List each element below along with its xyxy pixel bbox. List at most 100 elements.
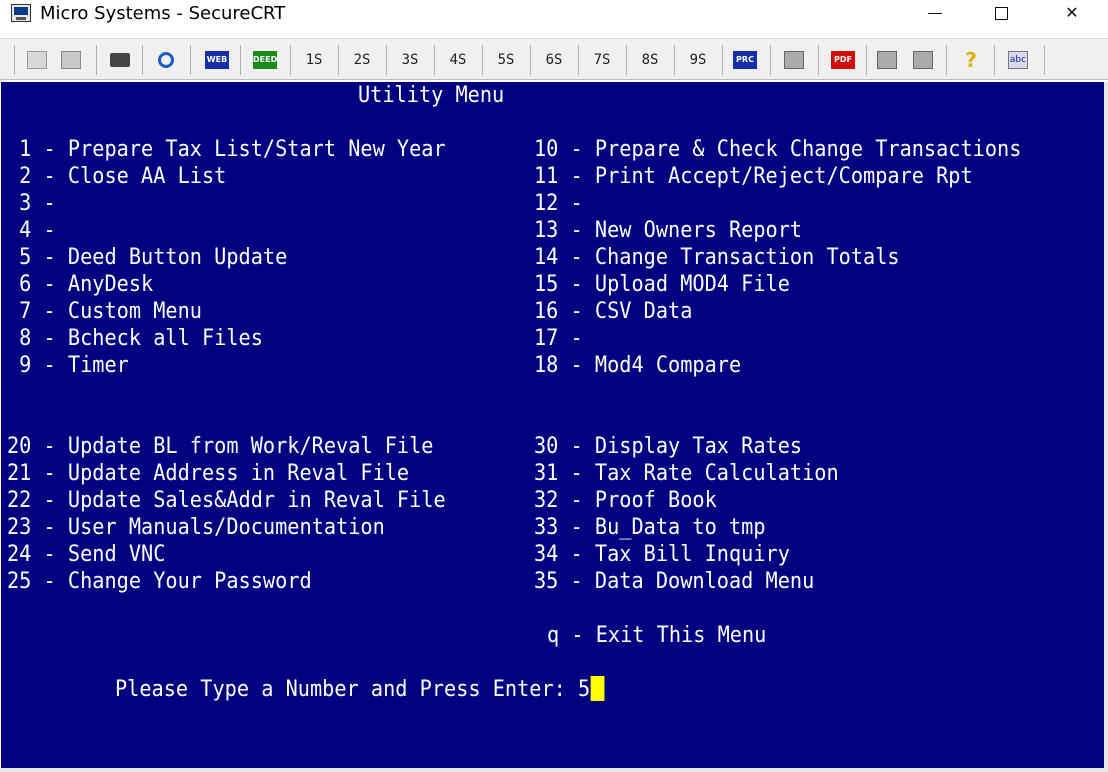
menu-item-5: 5 - Deed Button Update xyxy=(7,245,288,270)
deed-button[interactable]: DEED xyxy=(250,48,280,72)
close-icon: ✕ xyxy=(1065,3,1079,22)
global-options-icon xyxy=(913,51,933,69)
menu-item-32: 32 - Proof Book xyxy=(534,488,717,513)
securecrt-app-icon[interactable] xyxy=(11,4,31,22)
toolbar-separator xyxy=(142,45,143,75)
menu-item-14: 14 - Change Transaction Totals xyxy=(534,245,900,270)
terminal-right-border xyxy=(1104,82,1108,772)
find-button[interactable] xyxy=(152,48,180,72)
copy-icon xyxy=(27,51,47,69)
menu-item-8: 8 - Bcheck all Files xyxy=(7,326,263,351)
menu-item-15: 15 - Upload MOD4 File xyxy=(534,272,790,297)
menu-item-35: 35 - Data Download Menu xyxy=(534,569,815,594)
web-button[interactable]: WEB xyxy=(202,48,232,72)
menu-item-11: 11 - Print Accept/Reject/Compare Rpt xyxy=(534,164,973,189)
menu-item-2: 2 - Close AA List xyxy=(7,164,227,189)
menu-item-9: 9 - Timer xyxy=(7,353,129,378)
prompt-input-value[interactable]: 5 xyxy=(578,677,590,702)
toolbar-separator xyxy=(482,45,483,75)
session-button-7s[interactable]: 7S xyxy=(586,48,618,72)
toolbar-separator xyxy=(946,45,947,75)
paste-button[interactable] xyxy=(58,48,84,72)
menu-item-12: 12 - xyxy=(534,191,583,216)
maximize-icon xyxy=(994,7,1008,20)
session-button-9s[interactable]: 9S xyxy=(682,48,714,72)
session-button-1s[interactable]: 1S xyxy=(298,48,330,72)
print-button[interactable] xyxy=(106,48,134,72)
session-options-button[interactable] xyxy=(780,48,808,72)
prompt-text: Please Type a Number and Press Enter: xyxy=(115,677,579,702)
toolbar-separator xyxy=(722,45,723,75)
menu-item-21: 21 - Update Address in Reval File xyxy=(7,461,410,486)
menu-item-24: 24 - Send VNC xyxy=(7,542,166,567)
print-icon xyxy=(110,53,130,67)
global-options-button[interactable] xyxy=(910,48,936,72)
prc-button[interactable]: PRC xyxy=(730,48,760,72)
menu-item-6: 6 - AnyDesk xyxy=(7,272,154,297)
maximize-button[interactable] xyxy=(978,0,1024,28)
pdf-button[interactable]: PDF xyxy=(828,48,858,72)
properties-icon xyxy=(877,51,897,69)
menu-item-16: 16 - CSV Data xyxy=(534,299,693,324)
menu-item-23: 23 - User Manuals/Documentation xyxy=(7,515,385,540)
spell-check-button[interactable]: abc xyxy=(1004,48,1032,72)
toolbar-separator xyxy=(578,45,579,75)
menu-item-4: 4 - xyxy=(7,218,56,243)
toolbar-separator xyxy=(674,45,675,75)
toolbar-separator xyxy=(240,45,241,75)
menu-item-30: 30 - Display Tax Rates xyxy=(534,434,803,459)
toolbar-separator xyxy=(96,45,97,75)
menu-title: Utility Menu xyxy=(358,83,505,108)
toolbar-separator xyxy=(818,45,819,75)
session-button-5s[interactable]: 5S xyxy=(490,48,522,72)
minimize-icon xyxy=(928,13,942,14)
toolbar-separator xyxy=(434,45,435,75)
title-bar: Micro Systems - SecureCRT ✕ xyxy=(0,0,1108,28)
toolbar-separator xyxy=(290,45,291,75)
properties-button[interactable] xyxy=(874,48,900,72)
toolbar-separator xyxy=(1044,45,1045,75)
minimize-button[interactable] xyxy=(912,0,958,28)
toolbar-separator xyxy=(530,45,531,75)
menu-item-13: 13 - New Owners Report xyxy=(534,218,803,243)
paste-icon xyxy=(61,51,81,69)
terminal-screen[interactable]: Utility Menu 1 - Prepare Tax List/Start … xyxy=(1,82,1104,768)
menu-item-10: 10 - Prepare & Check Change Transactions xyxy=(534,137,1022,162)
menu-item-1: 1 - Prepare Tax List/Start New Year xyxy=(7,137,446,162)
toolbar-separator xyxy=(338,45,339,75)
menu-item-33: 33 - Bu_Data to tmp xyxy=(534,515,766,540)
menu-item-20: 20 - Update BL from Work/Reval File xyxy=(7,434,434,459)
toolbar-separator xyxy=(770,45,771,75)
toolbar: WEB DEED 1S 2S 3S 4S 5S 6S 7S 8S 9S PRC … xyxy=(0,38,1108,80)
menu-item-7: 7 - Custom Menu xyxy=(7,299,202,324)
menu-item-31: 31 - Tax Rate Calculation xyxy=(534,461,839,486)
menu-item-25: 25 - Change Your Password xyxy=(7,569,312,594)
pdf-icon: PDF xyxy=(831,51,855,69)
menu-item-exit: q - Exit This Menu xyxy=(547,623,767,648)
find-icon xyxy=(158,52,174,68)
toolbar-separator xyxy=(866,45,867,75)
copy-button[interactable] xyxy=(24,48,50,72)
session-options-icon xyxy=(784,51,804,69)
session-button-6s[interactable]: 6S xyxy=(538,48,570,72)
terminal-bottom-border xyxy=(0,768,1108,772)
toolbar-separator xyxy=(626,45,627,75)
toolbar-separator xyxy=(386,45,387,75)
menu-item-18: 18 - Mod4 Compare xyxy=(534,353,742,378)
spell-check-icon: abc xyxy=(1008,51,1028,69)
help-button[interactable]: ? xyxy=(958,48,984,72)
deed-icon: DEED xyxy=(253,51,277,69)
menu-item-34: 34 - Tax Bill Inquiry xyxy=(534,542,790,567)
terminal-cursor xyxy=(590,676,605,701)
toolbar-separator xyxy=(14,45,15,75)
session-button-8s[interactable]: 8S xyxy=(634,48,666,72)
session-button-2s[interactable]: 2S xyxy=(346,48,378,72)
web-icon: WEB xyxy=(205,51,229,69)
help-icon: ? xyxy=(965,48,977,72)
close-button[interactable]: ✕ xyxy=(1049,0,1095,28)
menu-item-22: 22 - Update Sales&Addr in Reval File xyxy=(7,488,446,513)
session-button-3s[interactable]: 3S xyxy=(394,48,426,72)
menu-item-3: 3 - xyxy=(7,191,56,216)
session-button-4s[interactable]: 4S xyxy=(442,48,474,72)
toolbar-separator xyxy=(190,45,191,75)
